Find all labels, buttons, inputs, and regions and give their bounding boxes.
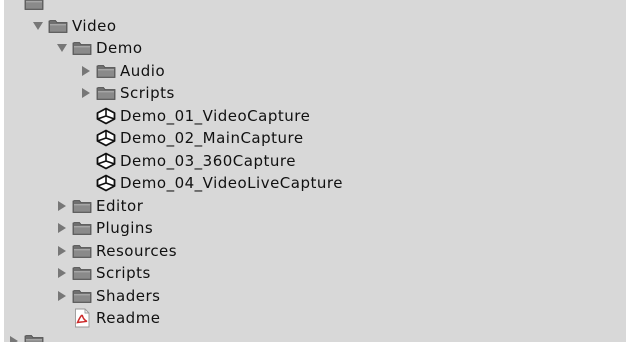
tree-row-label: Readme [96, 309, 161, 327]
foldout-spacer [77, 105, 95, 127]
tree-row-label: Demo_01_VideoCapture [120, 106, 311, 125]
tree-row[interactable]: Scripts [0, 262, 630, 284]
tree-row[interactable]: Demo_03_360Capture [0, 150, 630, 172]
tree-row-label: Scripts [120, 84, 175, 102]
foldout-collapsed-icon[interactable] [53, 195, 71, 217]
foldout-collapsed-icon[interactable] [53, 240, 71, 262]
tree-row-label: Plugins [96, 219, 154, 237]
foldout-spacer [53, 307, 71, 329]
tree-row-label: Resources [96, 241, 178, 260]
foldout-spacer [77, 150, 95, 172]
tree-row[interactable]: Demo_02_MainCapture [0, 127, 630, 149]
folder-icon [23, 330, 45, 342]
tree-row[interactable]: Shaders [0, 285, 630, 307]
folder-icon [71, 285, 93, 307]
foldout-collapsed-icon[interactable] [77, 82, 95, 104]
tree-row-label: Demo_04_VideoLiveCapture [120, 174, 343, 192]
tree-row[interactable]: Demo_04_VideoLiveCapture [0, 172, 630, 194]
unity-scene-icon [95, 127, 117, 149]
tree-row[interactable]: Editor [0, 195, 630, 217]
folder-icon [71, 262, 93, 284]
tree-row[interactable] [0, 330, 630, 342]
tree-row[interactable]: Demo_01_VideoCapture [0, 105, 630, 127]
tree-row-label: Shaders [96, 286, 161, 305]
foldout-expanded-icon[interactable] [29, 15, 47, 37]
unity-scene-icon [95, 150, 117, 172]
foldout-collapsed-icon[interactable] [53, 217, 71, 239]
foldout-collapsed-icon[interactable] [5, 330, 23, 342]
tree-row[interactable]: Resources [0, 240, 630, 262]
foldout-expanded-icon[interactable] [53, 37, 71, 59]
folder-icon [23, 0, 45, 14]
tree-row-label: Editor [96, 196, 144, 215]
tree-row[interactable]: Readme [0, 307, 630, 329]
tree-row-label: Demo_02_MainCapture [120, 129, 304, 147]
project-panel: Video Demo Audio Scripts Demo_01_VideoCaptur… [0, 0, 630, 342]
pdf-document-icon [71, 307, 93, 329]
foldout-collapsed-icon[interactable] [53, 262, 71, 284]
tree-row[interactable]: Video [0, 15, 630, 37]
foldout-spacer [5, 0, 23, 14]
tree-row[interactable]: Demo [0, 37, 630, 59]
foldout-collapsed-icon[interactable] [77, 60, 95, 82]
tree-row-label: Scripts [96, 264, 151, 282]
folder-icon [95, 60, 117, 82]
tree-row[interactable]: Scripts [0, 82, 630, 104]
foldout-collapsed-icon[interactable] [53, 285, 71, 307]
folder-icon [71, 37, 93, 59]
tree-row-label: Demo_03_360Capture [120, 151, 296, 170]
foldout-spacer [77, 127, 95, 149]
foldout-spacer [77, 172, 95, 194]
folder-icon [71, 240, 93, 262]
tree-row[interactable]: Plugins [0, 217, 630, 239]
folder-icon [71, 195, 93, 217]
tree-row-label: Video [72, 16, 117, 35]
folder-icon [95, 82, 117, 104]
tree-row[interactable]: Audio [0, 60, 630, 82]
unity-scene-icon [95, 172, 117, 194]
tree-row-label: Audio [120, 61, 166, 80]
unity-scene-icon [95, 105, 117, 127]
tree-row[interactable] [0, 0, 630, 14]
folder-icon [47, 15, 69, 37]
folder-icon [71, 217, 93, 239]
tree-row-label: Demo [96, 39, 143, 57]
